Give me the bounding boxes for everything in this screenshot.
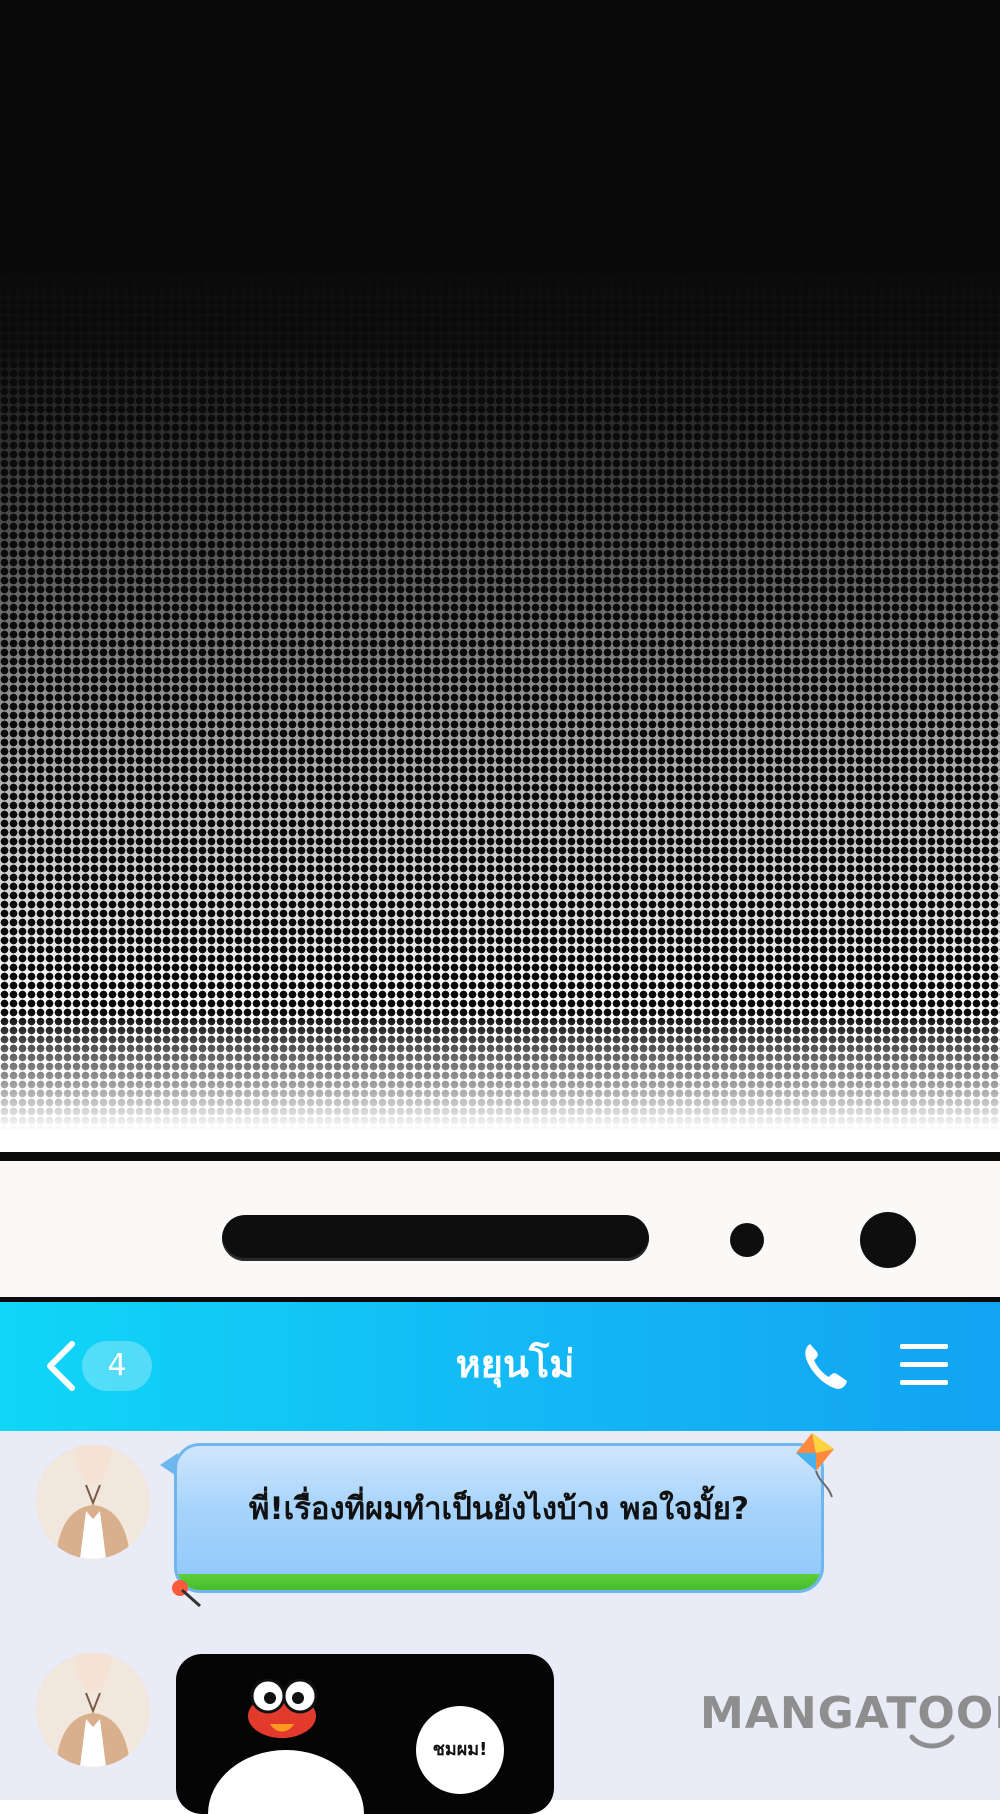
phone-call-icon[interactable] bbox=[800, 1338, 850, 1392]
kite-icon bbox=[796, 1433, 834, 1498]
sticker-speech-bubble: ชมผม! bbox=[416, 1706, 504, 1794]
avatar[interactable] bbox=[36, 1653, 150, 1767]
sticker-message[interactable]: ชมผม! bbox=[176, 1654, 554, 1814]
bubble-grass-decoration bbox=[177, 1574, 821, 1590]
message-bubble[interactable]: พี่!เรื่องที่ผมทำเป็นยังไงบ้าง พอใจมั้ย? bbox=[174, 1443, 824, 1593]
watermark: MANGATOON bbox=[700, 1688, 1000, 1739]
unread-count-badge[interactable]: 4 bbox=[82, 1341, 152, 1391]
chat-body: พี่!เรื่องที่ผมทำเป็นยังไงบ้าง พอใจมั้ย? bbox=[0, 1431, 1000, 1814]
chevron-left-icon[interactable] bbox=[42, 1338, 82, 1394]
phone-bezel bbox=[0, 1152, 1000, 1302]
watermark-smile-icon bbox=[909, 1734, 955, 1749]
avatar[interactable] bbox=[36, 1445, 150, 1559]
phone-speaker bbox=[222, 1215, 649, 1261]
pin-icon bbox=[172, 1580, 201, 1608]
chat-header: 4 หยุนโม่ bbox=[0, 1302, 1000, 1431]
phone-camera bbox=[860, 1212, 916, 1268]
chat-title: หยุนโม่ bbox=[455, 1342, 575, 1386]
phone-sensor bbox=[730, 1223, 764, 1257]
message-text: พี่!เรื่องที่ผมทำเป็นยังไงบ้าง พอใจมั้ย? bbox=[249, 1491, 749, 1527]
black-panel-top bbox=[0, 0, 1000, 300]
menu-icon[interactable] bbox=[898, 1340, 950, 1390]
